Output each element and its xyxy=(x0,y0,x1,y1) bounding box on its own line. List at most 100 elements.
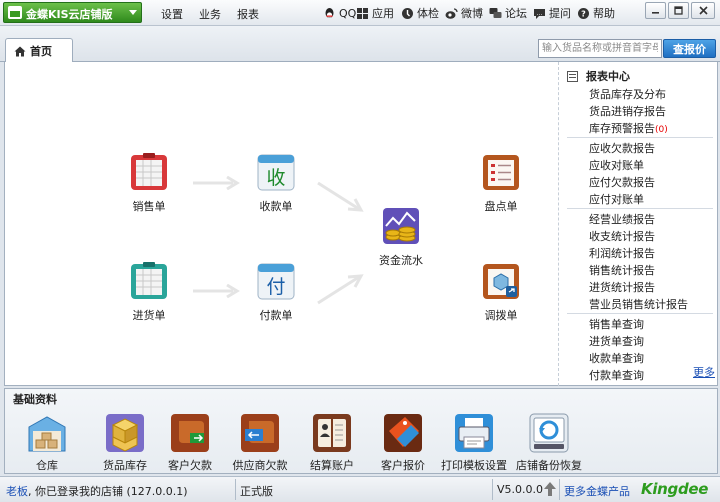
menu-settings[interactable]: 设置 xyxy=(161,6,183,22)
arrow-icon xyxy=(193,284,240,298)
check-price-button[interactable]: 查报价 xyxy=(663,39,716,58)
report-link[interactable]: 付款单查询 xyxy=(589,367,644,383)
report-link[interactable]: 营业员销售统计报告 xyxy=(589,296,688,312)
tool-checkup[interactable]: 体检 xyxy=(401,5,439,21)
report-link[interactable]: 应收欠款报告 xyxy=(589,140,655,156)
stocktake-label: 盘点单 xyxy=(484,200,518,213)
receipt-label: 收款单 xyxy=(259,200,293,213)
help-icon: ? xyxy=(577,7,590,20)
menu-business[interactable]: 业务 xyxy=(199,6,221,22)
product-stock-icon xyxy=(105,413,145,453)
transfer-label: 调拨单 xyxy=(484,309,518,322)
tool-weibo[interactable]: 微博 xyxy=(445,5,483,21)
tool-label: 帮助 xyxy=(593,7,615,20)
report-center-header: 报表中心 xyxy=(567,68,630,84)
report-link[interactable]: 货品进销存报告 xyxy=(589,103,666,119)
backup-restore-icon xyxy=(529,413,569,453)
tool-label: QQ xyxy=(339,6,357,20)
supplier-debt-button[interactable]: 供应商欠款 xyxy=(223,413,297,473)
close-button[interactable] xyxy=(691,2,715,19)
more-reports-link[interactable]: 更多 xyxy=(693,364,715,380)
supplier-debt-label: 供应商欠款 xyxy=(232,459,288,472)
sales-order-node[interactable]: 销售单 xyxy=(109,152,189,214)
report-link[interactable]: 货品库存及分布 xyxy=(589,86,666,102)
report-divider xyxy=(567,137,713,138)
report-link[interactable]: 销售单查询 xyxy=(589,316,644,332)
tool-apps[interactable]: 应用 xyxy=(356,5,394,21)
report-divider xyxy=(567,208,713,209)
status-divider xyxy=(235,479,236,500)
transfer-node[interactable]: 调拨单 xyxy=(461,261,541,323)
login-status: 老板, 你已登录我的店铺 (127.0.0.1) xyxy=(6,483,188,499)
report-link-stock-warning[interactable]: 库存预警报告(0) xyxy=(589,120,668,136)
warning-count-badge: (0) xyxy=(655,125,668,135)
warehouse-label: 仓库 xyxy=(36,459,58,472)
tool-label: 微博 xyxy=(461,7,483,20)
purchase-order-label: 进货单 xyxy=(132,309,166,322)
report-link[interactable]: 经营业绩报告 xyxy=(589,211,655,227)
payment-node[interactable]: 付 付款单 xyxy=(236,261,316,323)
tool-label: 提问 xyxy=(549,7,571,20)
base-data-panel: 基础资料 仓库 货品库存 客户欠款 供应商欠款 结算账户 客户报价 打印模板设置… xyxy=(4,388,718,474)
receipt-icon: 收 xyxy=(256,152,296,192)
report-link[interactable]: 收款单查询 xyxy=(589,350,644,366)
more-products-link[interactable]: 更多金蝶产品 xyxy=(564,483,630,499)
tool-forum[interactable]: 论坛 xyxy=(489,5,527,21)
tab-home[interactable]: 首页 xyxy=(5,38,73,63)
qq-icon xyxy=(323,7,336,20)
arrow-icon xyxy=(317,274,364,305)
report-link[interactable]: 应付对账单 xyxy=(589,191,644,207)
app-menu-button[interactable]: 金蝶KIS云店铺版 xyxy=(3,2,142,23)
payment-glyph: 付 xyxy=(266,276,285,298)
customer-debt-icon xyxy=(170,413,210,453)
payment-icon: 付 xyxy=(256,261,296,301)
sales-order-icon xyxy=(129,152,169,192)
report-link[interactable]: 应收对账单 xyxy=(589,157,644,173)
kingdee-logo: Kingdee xyxy=(641,480,709,498)
tool-question[interactable]: … 提问 xyxy=(533,5,571,21)
purchase-order-icon xyxy=(129,261,169,301)
home-panel: 销售单 收 收款单 盘点单 资金流水 进货单 付 付款单 调拨单 报表中心 货品… xyxy=(4,62,718,386)
base-data-title: 基础资料 xyxy=(13,393,57,406)
product-search-input[interactable] xyxy=(538,39,662,58)
cash-flow-icon xyxy=(381,206,421,246)
transfer-icon xyxy=(481,261,521,301)
upgrade-icon[interactable] xyxy=(544,482,556,496)
printer-icon xyxy=(454,413,494,453)
warehouse-button[interactable]: 仓库 xyxy=(10,413,84,473)
report-icon xyxy=(567,70,578,82)
report-link[interactable]: 利润统计报告 xyxy=(589,245,655,261)
report-link[interactable]: 进货单查询 xyxy=(589,333,644,349)
store-backup-button[interactable]: 店铺备份恢复 xyxy=(512,413,586,473)
customer-quote-button[interactable]: 客户报价 xyxy=(366,413,440,473)
status-bar: 老板, 你已登录我的店铺 (127.0.0.1) 正式版 V5.0.0.0 更多… xyxy=(0,476,720,502)
maximize-button[interactable] xyxy=(668,2,689,19)
version-label: V5.0.0.0 xyxy=(497,483,544,496)
print-template-button[interactable]: 打印模板设置 xyxy=(437,413,511,473)
report-link[interactable]: 进货统计报告 xyxy=(589,279,655,295)
stocktake-node[interactable]: 盘点单 xyxy=(461,152,541,214)
tool-label: 论坛 xyxy=(505,7,527,20)
tool-help[interactable]: ? 帮助 xyxy=(577,5,615,21)
checkup-icon xyxy=(401,7,414,20)
product-stock-button[interactable]: 货品库存 xyxy=(88,413,162,473)
store-backup-label: 店铺备份恢复 xyxy=(516,459,582,472)
payment-label: 付款单 xyxy=(259,309,293,322)
tool-qq[interactable]: QQ xyxy=(323,5,356,21)
report-link[interactable]: 销售统计报告 xyxy=(589,262,655,278)
maximize-icon xyxy=(674,6,683,15)
menu-reports[interactable]: 报表 xyxy=(237,6,259,22)
minimize-button[interactable] xyxy=(645,2,666,19)
arrow-icon xyxy=(193,176,240,190)
report-link[interactable]: 收支统计报告 xyxy=(589,228,655,244)
tool-label: 应用 xyxy=(372,7,394,20)
settlement-account-button[interactable]: 结算账户 xyxy=(295,413,369,473)
report-link[interactable]: 应付欠款报告 xyxy=(589,174,655,190)
customer-debt-button[interactable]: 客户欠款 xyxy=(153,413,227,473)
cash-flow-node[interactable]: 资金流水 xyxy=(361,206,441,268)
svg-text:…: … xyxy=(537,10,543,17)
purchase-order-node[interactable]: 进货单 xyxy=(109,261,189,323)
customer-quote-label: 客户报价 xyxy=(381,459,425,472)
arrow-icon xyxy=(317,181,364,212)
receipt-node[interactable]: 收 收款单 xyxy=(236,152,316,214)
